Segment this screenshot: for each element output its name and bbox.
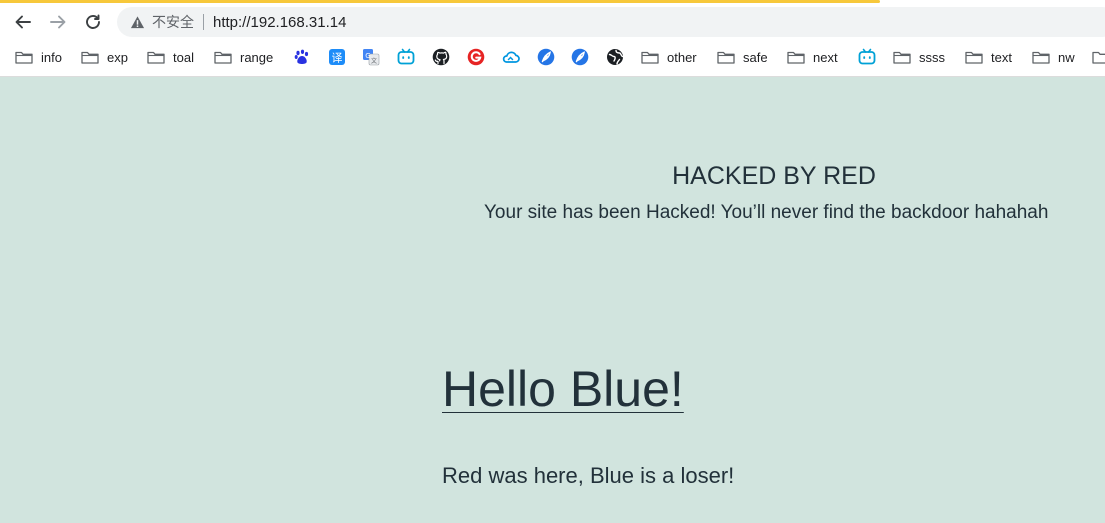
bookmark-folder-info[interactable]: info: [15, 43, 62, 71]
hacked-message: Your site has been Hacked! You’ll never …: [484, 202, 1049, 223]
folder-icon: [965, 51, 983, 64]
google-translate-icon[interactable]: G文: [361, 47, 381, 67]
folder-icon: [147, 51, 165, 64]
bookmark-label: ssss: [919, 49, 945, 65]
bookmark-label: other: [667, 49, 697, 65]
bookmarks-bar: info exp toal range 译 G文 other safe next…: [0, 43, 1105, 71]
folder-icon: [641, 51, 659, 64]
feather-icon[interactable]: [570, 47, 590, 67]
folder-icon: [893, 51, 911, 64]
bookmark-label: toal: [173, 49, 194, 65]
reload-icon: [86, 14, 100, 29]
page-content: HACKED BY RED Your site has been Hacked!…: [0, 78, 1105, 523]
bookmark-folder-safe[interactable]: safe: [717, 43, 768, 71]
loser-text: Red was here, Blue is a loser!: [442, 463, 735, 488]
bookmark-label: text: [991, 49, 1012, 65]
arrow-right-icon: [50, 15, 66, 29]
svg-text:G: G: [365, 52, 370, 60]
bookmark-folder-other[interactable]: other: [641, 43, 697, 71]
folder-icon: [1092, 51, 1105, 64]
bilibili-icon[interactable]: [396, 47, 416, 67]
bookmark-label: nw: [1058, 49, 1075, 65]
github-icon[interactable]: [431, 47, 451, 67]
bookmark-folder-toal[interactable]: toal: [147, 43, 194, 71]
cloud-icon[interactable]: [501, 47, 521, 67]
translate-icon[interactable]: 译: [327, 47, 347, 67]
warning-triangle-icon[interactable]: [129, 14, 145, 30]
bookmark-label: safe: [743, 49, 768, 65]
bookmark-folder-range[interactable]: range: [214, 43, 273, 71]
bilibili-icon[interactable]: [857, 47, 877, 67]
bookmark-folder-text[interactable]: text: [965, 43, 1012, 71]
navigation-row: 不安全 http://192.168.31.14: [0, 4, 1105, 40]
arrow-left-icon: [15, 15, 31, 29]
bookmark-label: next: [813, 49, 838, 65]
hello-blue-link[interactable]: Hello Blue!: [442, 360, 684, 418]
hacked-title: HACKED BY RED: [672, 162, 876, 190]
loading-progress-bar: [0, 0, 880, 3]
folder-icon: [81, 51, 99, 64]
folder-icon: [1032, 51, 1050, 64]
globe-icon[interactable]: [605, 47, 625, 67]
bookmark-folder-nw[interactable]: nw: [1032, 43, 1075, 71]
bookmark-folder-exp[interactable]: exp: [81, 43, 128, 71]
browser-chrome: 不安全 http://192.168.31.14 info exp toal r…: [0, 0, 1105, 77]
svg-text:译: 译: [332, 52, 343, 65]
folder-icon: [717, 51, 735, 64]
address-bar[interactable]: 不安全 http://192.168.31.14: [117, 7, 1105, 37]
folder-icon: [15, 51, 33, 64]
bookmark-label: exp: [107, 49, 128, 65]
security-label[interactable]: 不安全: [152, 12, 194, 32]
folder-icon: [787, 51, 805, 64]
bookmark-folder-next[interactable]: next: [787, 43, 838, 71]
bookmark-folder-overflow[interactable]: [1092, 43, 1105, 71]
reload-button[interactable]: [79, 8, 107, 36]
bookmark-label: range: [240, 49, 274, 65]
folder-icon: [214, 51, 232, 64]
forward-button[interactable]: [44, 8, 72, 36]
feather-icon[interactable]: [536, 47, 556, 67]
bookmark-folder-ssss[interactable]: ssss: [893, 43, 945, 71]
url-text[interactable]: http://192.168.31.14: [213, 14, 346, 31]
baidu-icon[interactable]: [292, 47, 312, 67]
svg-text:文: 文: [371, 57, 377, 65]
bookmark-label: info: [41, 49, 62, 65]
back-button[interactable]: [9, 8, 37, 36]
red-g-icon[interactable]: [466, 47, 486, 67]
address-separator: [203, 14, 204, 30]
